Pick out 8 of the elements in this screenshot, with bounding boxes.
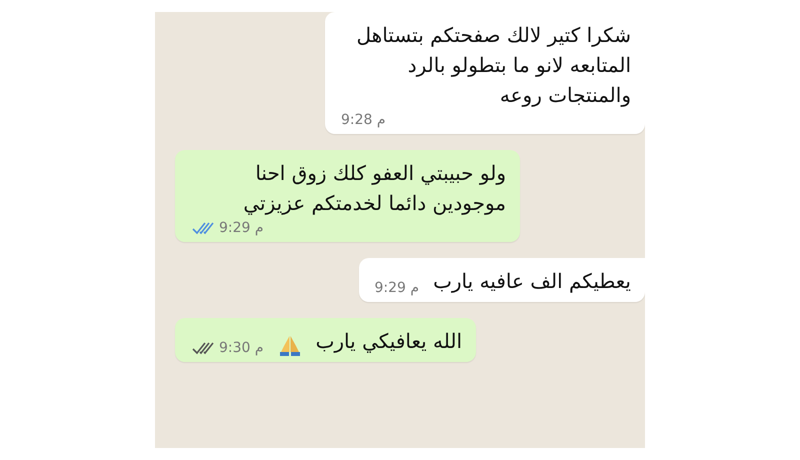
message-time: 9:29 م xyxy=(219,220,264,236)
message-text: شكرا كتير لالك صفحتكم بتستاهل المتابعه لانو ما بتطولو بالرد والمنتجات روعه xyxy=(356,22,631,109)
message-text: ولو حبيبتي العفو كلك زوق احنا موجودين دائما لخدمتكم عزيزتي xyxy=(242,160,506,217)
message-time: 9:30 م xyxy=(219,340,264,356)
message-time: 9:29 م xyxy=(374,280,420,296)
message-time: 9:28 م xyxy=(341,112,386,128)
message-text: الله يعافيكي يارب xyxy=(316,328,462,355)
message-text: يعطيكم الف عافيه يارب xyxy=(433,268,631,295)
